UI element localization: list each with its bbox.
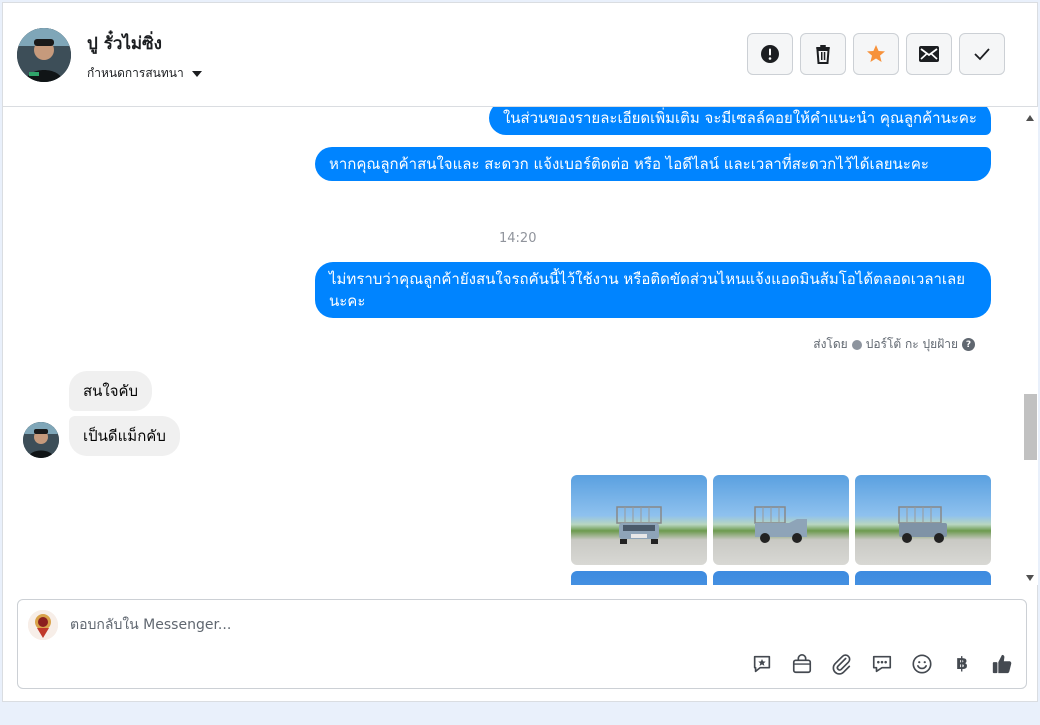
avatar-photo-icon [23, 422, 59, 458]
truck-photo[interactable] [713, 571, 849, 585]
sent-by-info: ส่งโดย ปอร์โต้ กะ ปุยฝ้าย ? [813, 335, 975, 354]
contact-name: ปู รั๋วไม่ซิ่ง [87, 34, 162, 54]
attach-icon [832, 654, 851, 675]
mark-done-button[interactable] [959, 33, 1005, 75]
like-icon [992, 654, 1012, 674]
emoji-icon [912, 654, 932, 674]
message-timestamp: 14:20 [499, 231, 537, 246]
conversation-header: ปู รั๋วไม่ซิ่ง กำหนดการสนทนา [3, 3, 1037, 107]
pickup-truck-image-icon [616, 506, 662, 544]
alert-icon [761, 45, 779, 63]
assign-conversation-label: กำหนดการสนทนา [87, 66, 184, 80]
outgoing-message: ในส่วนของรายละเอียดเพิ่มเติม จะมีเซลล์คอ… [488, 107, 991, 135]
trash-icon [816, 45, 830, 64]
incoming-message: เป็นดีแม็กคับ [69, 416, 180, 456]
star-button[interactable] [853, 33, 899, 75]
truck-photo[interactable] [571, 571, 707, 585]
star-icon [867, 45, 885, 62]
sent-by-name: ปอร์โต้ กะ ปุยฝ้าย [865, 337, 958, 351]
payment-button[interactable]: ฿ [950, 652, 974, 676]
saved-reply-button[interactable] [750, 652, 774, 676]
contact-avatar[interactable] [17, 28, 71, 82]
check-icon [974, 48, 990, 61]
scrollbar-thumb[interactable] [1024, 394, 1037, 460]
message-thread[interactable]: ในส่วนของรายละเอียดเพิ่มเติม จะมีเซลล์คอ… [3, 107, 1021, 585]
inbox-conversation-panel: ปู รั๋วไม่ซิ่ง กำหนดการสนทนา ในส่วนของรา… [2, 2, 1038, 702]
attach-button[interactable] [830, 652, 854, 676]
truck-photo[interactable] [855, 475, 991, 565]
shop-button[interactable] [790, 652, 814, 676]
help-icon[interactable]: ? [962, 338, 975, 351]
photo-attachments [571, 475, 991, 585]
baht-icon: ฿ [956, 654, 968, 674]
pickup-truck-image-icon [754, 506, 807, 543]
page-avatar [28, 610, 58, 640]
delete-button[interactable] [800, 33, 846, 75]
page-logo-icon [28, 610, 58, 640]
reply-input[interactable] [70, 612, 670, 638]
reply-composer: ฿ [17, 599, 1027, 689]
caret-down-icon [191, 70, 202, 77]
chat-icon [872, 655, 892, 673]
avatar-photo-icon [17, 28, 71, 82]
mark-spam-button[interactable] [747, 33, 793, 75]
saved-reply-icon [753, 655, 771, 673]
emoji-button[interactable] [910, 652, 934, 676]
outgoing-message: หากคุณลูกค้าสนใจและ สะดวก แจ้งเบอร์ติดต่… [315, 147, 991, 181]
shop-bag-icon [792, 654, 812, 674]
sender-dot-icon [851, 339, 862, 350]
sent-by-prefix: ส่งโดย [813, 337, 848, 351]
outgoing-message: ไม่ทราบว่าคุณลูกค้ายังสนใจรถคันนี้ไว้ใช้… [315, 262, 991, 318]
truck-photo[interactable] [571, 475, 707, 565]
header-actions [747, 33, 1005, 75]
scroll-up-arrow-icon[interactable] [1026, 115, 1034, 121]
pickup-truck-image-icon [898, 506, 947, 543]
truck-photo[interactable] [713, 475, 849, 565]
truck-photo[interactable] [855, 571, 991, 585]
assign-conversation-dropdown[interactable]: กำหนดการสนทนา [87, 64, 202, 83]
like-button[interactable] [990, 652, 1014, 676]
mark-unread-button[interactable] [906, 33, 952, 75]
envelope-icon [919, 46, 939, 62]
incoming-message: สนใจคับ [69, 371, 153, 411]
composer-toolbar: ฿ [750, 652, 1014, 676]
quick-reply-button[interactable] [870, 652, 894, 676]
thread-scrollbar[interactable] [1023, 107, 1038, 585]
contact-avatar-small [23, 422, 59, 458]
scroll-down-arrow-icon[interactable] [1026, 575, 1034, 581]
